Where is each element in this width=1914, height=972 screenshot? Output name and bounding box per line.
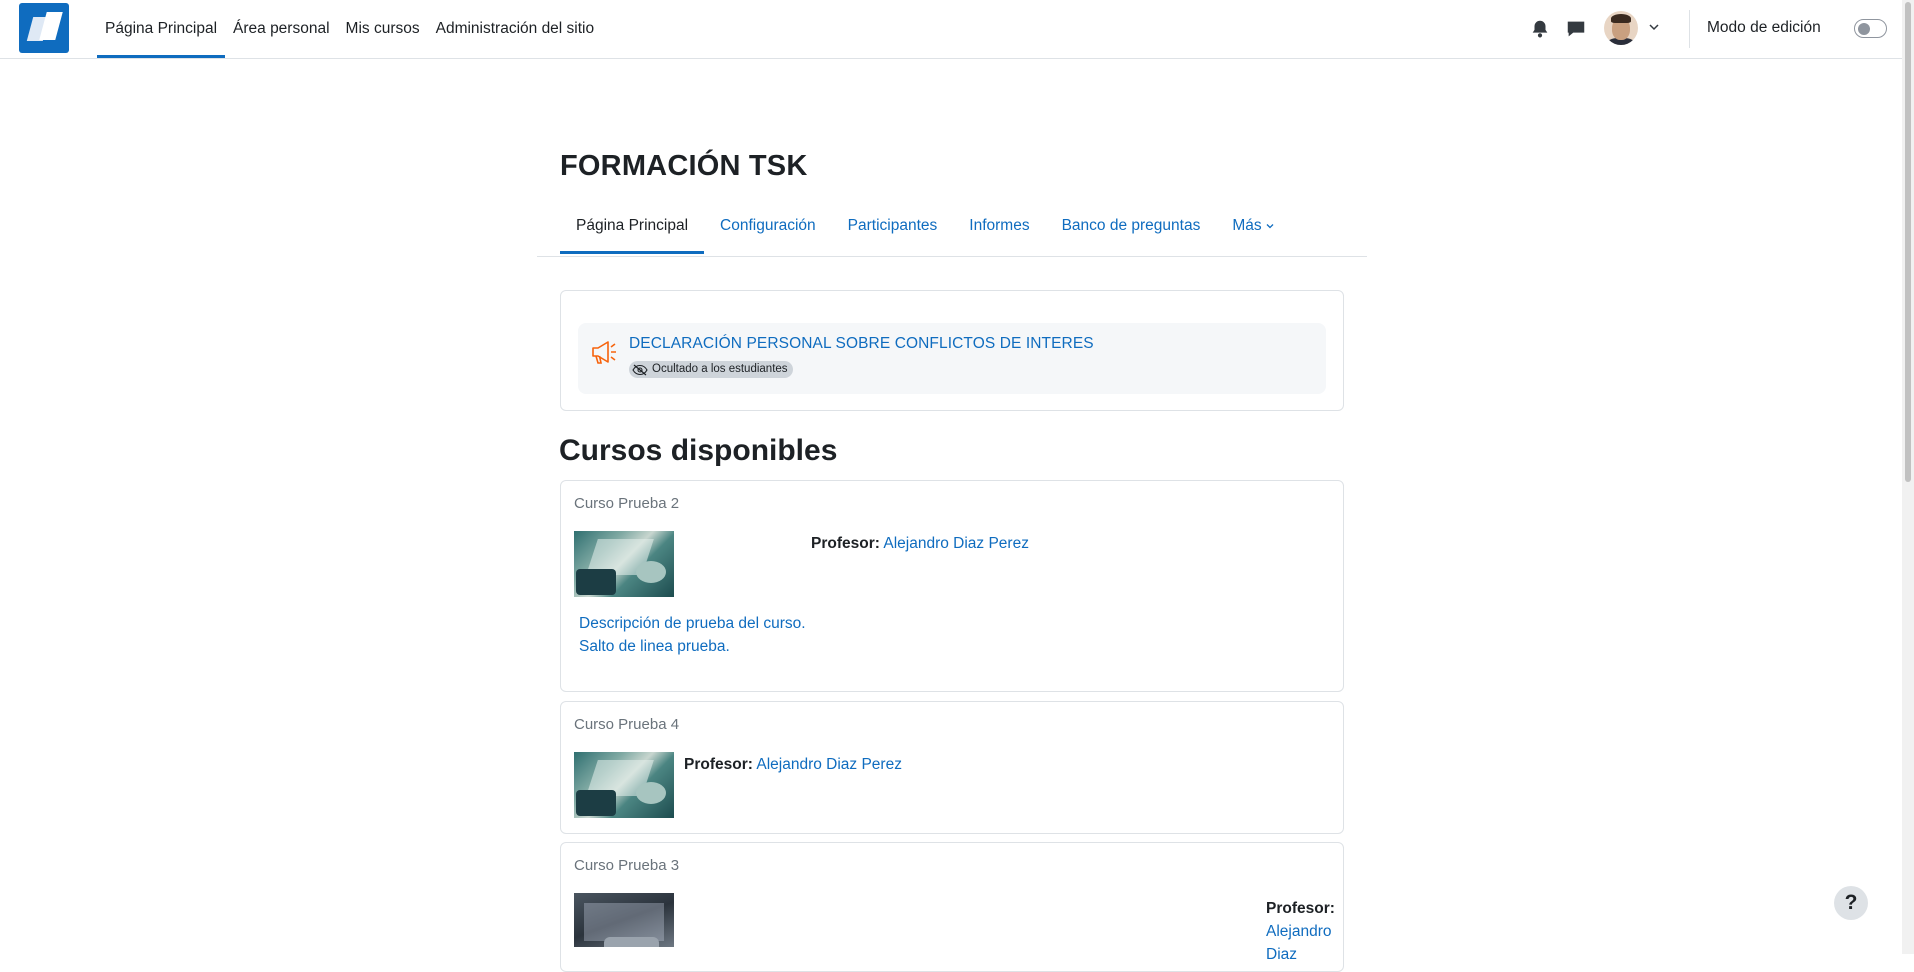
chevron-down-icon[interactable]	[1647, 20, 1661, 34]
tab-settings[interactable]: Configuración	[704, 205, 832, 252]
course-image[interactable]	[574, 893, 674, 947]
activity-link[interactable]: DECLARACIÓN PERSONAL SOBRE CONFLICTOS DE…	[629, 335, 1094, 353]
teacher-link[interactable]: Alejandro Diaz Perez	[756, 756, 902, 773]
teacher-link[interactable]: Diaz	[1266, 946, 1297, 963]
chevron-down-icon	[1266, 223, 1274, 229]
messages-icon[interactable]	[1565, 18, 1587, 40]
hidden-badge-label: Ocultado a los estudiantes	[652, 363, 788, 375]
course-image[interactable]	[574, 752, 674, 818]
summary-line: Salto de linea prueba.	[579, 638, 730, 655]
navbar-divider	[1689, 10, 1690, 48]
user-avatar[interactable]	[1604, 11, 1638, 45]
course-card: Curso Prueba 2 Profesor: Alejandro Diaz …	[560, 480, 1344, 692]
help-button[interactable]: ?	[1834, 886, 1868, 920]
teacher-label: Profesor:	[1266, 900, 1335, 917]
tab-reports[interactable]: Informes	[953, 205, 1045, 252]
teacher-link[interactable]: Alejandro	[1266, 923, 1332, 940]
nav-site-admin[interactable]: Administración del sitio	[428, 0, 603, 56]
course-teacher: Profesor: Alejandro Diaz Perez	[811, 535, 1029, 553]
summary-line: Descripción de prueba del curso.	[579, 615, 806, 632]
top-navbar: Página Principal Área personal Mis curso…	[0, 0, 1902, 59]
course-teacher: Profesor: Alejandro Diaz Perez	[684, 756, 902, 774]
available-courses-heading: Cursos disponibles	[559, 434, 838, 467]
tab-participants[interactable]: Participantes	[832, 205, 954, 252]
page-scrollbar[interactable]	[1902, 0, 1914, 954]
notifications-bell-icon[interactable]	[1529, 18, 1551, 40]
tab-question-bank[interactable]: Banco de preguntas	[1046, 205, 1217, 252]
nav-home[interactable]: Página Principal	[97, 0, 226, 58]
tab-course-home[interactable]: Página Principal	[560, 205, 705, 254]
course-name-link[interactable]: Curso Prueba 4	[574, 716, 679, 733]
hidden-from-students-badge: Ocultado a los estudiantes	[629, 361, 793, 378]
megaphone-icon	[592, 341, 616, 364]
edit-mode-toggle[interactable]	[1854, 19, 1887, 38]
tab-more[interactable]: Más	[1216, 205, 1290, 252]
course-name-link[interactable]: Curso Prueba 3	[574, 857, 679, 874]
edit-mode-label: Modo de edición	[1707, 19, 1821, 36]
course-card: Curso Prueba 3 Profesor: Alejandro Diaz	[560, 842, 1344, 972]
course-name-link[interactable]: Curso Prueba 2	[574, 495, 679, 512]
nav-dashboard[interactable]: Área personal	[225, 0, 338, 56]
teacher-label: Profesor:	[684, 756, 753, 773]
course-summary: Descripción de prueba del curso. Salto d…	[579, 612, 806, 658]
page-title: FORMACIÓN TSK	[560, 150, 808, 182]
course-image[interactable]	[574, 531, 674, 597]
primary-navigation: Página Principal Área personal Mis curso…	[97, 0, 602, 58]
course-secondary-navigation: Página Principal Configuración Participa…	[537, 205, 1367, 257]
activity-item: DECLARACIÓN PERSONAL SOBRE CONFLICTOS DE…	[578, 323, 1326, 394]
site-logo[interactable]	[19, 3, 69, 53]
course-teacher: Profesor: Alejandro Diaz	[1266, 897, 1335, 966]
site-topic-section: DECLARACIÓN PERSONAL SOBRE CONFLICTOS DE…	[560, 290, 1344, 411]
teacher-link[interactable]: Alejandro Diaz Perez	[883, 535, 1029, 552]
teacher-label: Profesor:	[811, 535, 880, 552]
course-card: Curso Prueba 4 Profesor: Alejandro Diaz …	[560, 701, 1344, 834]
tab-more-label: Más	[1232, 217, 1262, 234]
nav-my-courses[interactable]: Mis cursos	[338, 0, 428, 56]
eye-slash-icon	[632, 364, 648, 375]
